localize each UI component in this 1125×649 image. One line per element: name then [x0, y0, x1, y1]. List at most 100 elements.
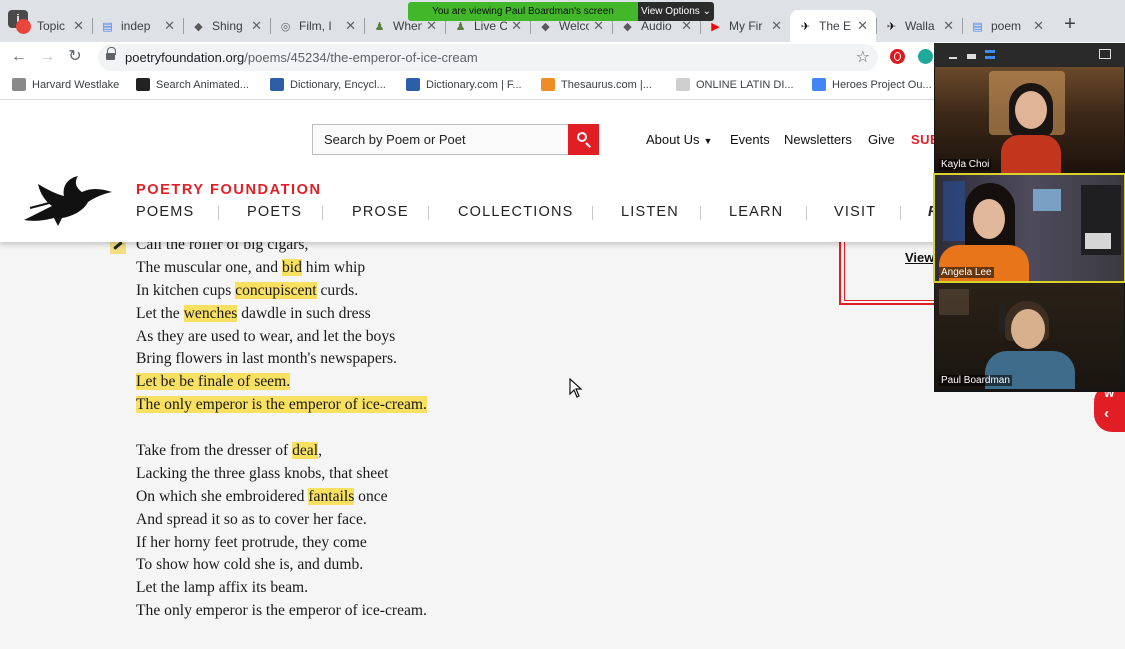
lock-icon	[106, 47, 116, 62]
poem-text-segment: As they are used to wear, and let the bo…	[136, 327, 396, 345]
nav-poems[interactable]: POEMS	[136, 204, 194, 220]
nav-visit[interactable]: VISIT	[834, 204, 876, 220]
bookmark-label: Dictionary.com | F...	[426, 78, 522, 91]
view-options-button[interactable]: View Options ⌄	[638, 2, 714, 21]
close-icon[interactable]: ✕	[251, 18, 262, 34]
close-icon[interactable]: ✕	[345, 18, 356, 34]
close-icon[interactable]: ✕	[857, 18, 868, 34]
video-panel-toolbar	[934, 43, 1125, 67]
nav-poets[interactable]: POETS	[247, 204, 302, 220]
poem-text-segment: Take from the dresser of	[136, 442, 293, 460]
nav-prose[interactable]: PROSE	[352, 204, 409, 220]
browser-tab-label: When	[393, 19, 423, 33]
forward-arrow-icon[interactable]: →	[36, 46, 58, 68]
chevron-left-icon: ‹	[1104, 405, 1109, 422]
poetry-foundation-pegasus-logo[interactable]	[22, 172, 114, 226]
back-arrow-icon[interactable]: ←	[8, 46, 30, 68]
poem-text-segment: Bring flowers in last month's newspapers…	[136, 350, 397, 368]
bookmark-item[interactable]: Dictionary, Encycl...	[270, 78, 386, 91]
bookmark-star-icon[interactable]: ☆	[856, 47, 870, 67]
poem-line: In kitchen cups concupiscent curds.	[136, 280, 427, 303]
browser-tab[interactable]: ✈ Walla ✕	[876, 10, 962, 42]
bookmark-label: Heroes Project Ou...	[832, 78, 932, 91]
bookmark-item[interactable]: Harvard Westlake	[12, 78, 119, 91]
bookmark-favicon-icon	[136, 78, 150, 91]
participant-tile[interactable]: Kayla Choi	[935, 67, 1124, 173]
minimize-icon[interactable]	[949, 57, 957, 59]
new-tab-button[interactable]: +	[1058, 12, 1082, 36]
nav-about-us[interactable]: About Us ▼	[646, 132, 712, 147]
close-icon[interactable]: ✕	[73, 18, 84, 34]
nav-newsletters[interactable]: Newsletters	[784, 132, 852, 147]
browser-tab[interactable]: ◎ Film, I ✕	[270, 10, 364, 42]
browser-tab[interactable]: ▤ poem ✕	[962, 10, 1052, 42]
bookmark-item[interactable]: Dictionary.com | F...	[406, 78, 522, 91]
search-button[interactable]	[568, 124, 599, 155]
bookmark-item[interactable]: Heroes Project Ou...	[812, 78, 932, 91]
close-icon[interactable]: ✕	[771, 18, 782, 34]
highlighted-text: wenches	[183, 304, 238, 322]
nav-listen[interactable]: LISTEN	[621, 204, 679, 220]
view-link[interactable]: View	[905, 250, 934, 265]
bookmark-favicon-icon	[676, 78, 690, 91]
maximize-icon[interactable]	[1099, 49, 1111, 59]
bookmark-favicon-icon	[541, 78, 555, 91]
poem-text-segment: ,	[318, 442, 322, 460]
reload-icon[interactable]: ↻	[64, 46, 86, 68]
browser-tab[interactable]: ✈ The E ✕	[790, 10, 876, 42]
poem-text-segment: Lacking the three glass knobs, that shee…	[136, 464, 389, 482]
nav-collections[interactable]: COLLECTIONS	[458, 204, 574, 220]
poem-text-segment: In kitchen cups	[136, 281, 236, 299]
browser-tab[interactable]: Topic ✕	[8, 10, 92, 42]
extension-icon[interactable]	[918, 49, 933, 64]
poem-line: The only emperor is the emperor of ice-c…	[136, 394, 427, 417]
highlighted-text: fantails	[308, 487, 355, 505]
bookmark-favicon-icon	[406, 78, 420, 91]
url-path: /poems/45234/the-emperor-of-ice-cream	[244, 50, 478, 65]
video-call-panel: Kayla Choi Angela Lee Paul Boardman	[933, 43, 1125, 392]
brand-name[interactable]: POETRY FOUNDATION	[136, 182, 322, 198]
poem-stanza-2: Take from the dresser of deal, Lacking th…	[136, 440, 427, 623]
poem-line: If her horny feet protrude, they come	[136, 532, 427, 555]
highlighted-text: deal	[292, 442, 319, 460]
browser-tab-label: Film, I	[299, 19, 332, 33]
bookmark-item[interactable]: ONLINE LATIN DI...	[676, 78, 794, 91]
bookmark-label: Search Animated...	[156, 78, 249, 91]
bookmark-item[interactable]: Thesaurus.com |...	[541, 78, 652, 91]
browser-tab[interactable]: ◆ Shing ✕	[183, 10, 270, 42]
search-input[interactable]: Search by Poem or Poet	[312, 124, 568, 155]
close-icon[interactable]: ✕	[943, 18, 954, 34]
poem-text-segment: Let the lamp affix its beam.	[136, 579, 309, 597]
nav-learn[interactable]: LEARN	[729, 204, 783, 220]
opera-extension-icon[interactable]	[890, 49, 905, 64]
search-icon	[577, 132, 587, 142]
browser-tab[interactable]: ▤ indep ✕	[92, 10, 183, 42]
participant-tile-active-speaker[interactable]: Angela Lee	[933, 173, 1125, 283]
nav-give[interactable]: Give	[868, 132, 895, 147]
close-icon[interactable]: ✕	[1033, 18, 1044, 34]
sidebar-box: View	[839, 242, 937, 305]
docs-icon: ▤	[972, 20, 983, 33]
poetry-bird-icon: ✈	[800, 20, 811, 33]
poem-text-segment: The muscular one, and	[136, 258, 282, 276]
address-bar[interactable]: poetryfoundation.org/poems/45234/the-emp…	[98, 44, 878, 71]
browser-tab-label: Walla	[905, 19, 935, 33]
bookmark-favicon-icon	[270, 78, 284, 91]
poem-text-segment: If her horny feet protrude, they come	[136, 533, 367, 551]
hide-video-icon[interactable]	[967, 54, 976, 59]
poem-text: Call the roller of big cigars, The muscul…	[136, 234, 427, 623]
participant-name: Angela Lee	[939, 267, 994, 278]
participant-name: Paul Boardman	[939, 375, 1012, 386]
chevron-down-icon: ▼	[703, 136, 713, 146]
poem-text-segment: once	[354, 487, 388, 505]
bookmark-label: Thesaurus.com |...	[561, 78, 652, 91]
speaker-view-icon[interactable]	[985, 50, 995, 59]
url-text: poetryfoundation.org/poems/45234/the-emp…	[125, 50, 478, 65]
poem-text-segment: And spread it so as to cover her face.	[136, 510, 367, 528]
participant-tile[interactable]: Paul Boardman	[935, 283, 1124, 389]
close-icon[interactable]: ✕	[164, 18, 175, 34]
nav-events[interactable]: Events	[730, 132, 770, 147]
bookmark-item[interactable]: Search Animated...	[136, 78, 249, 91]
poem-line: And spread it so as to cover her face.	[136, 509, 427, 532]
screen-share-message: You are viewing Paul Boardman's screen	[408, 2, 638, 21]
